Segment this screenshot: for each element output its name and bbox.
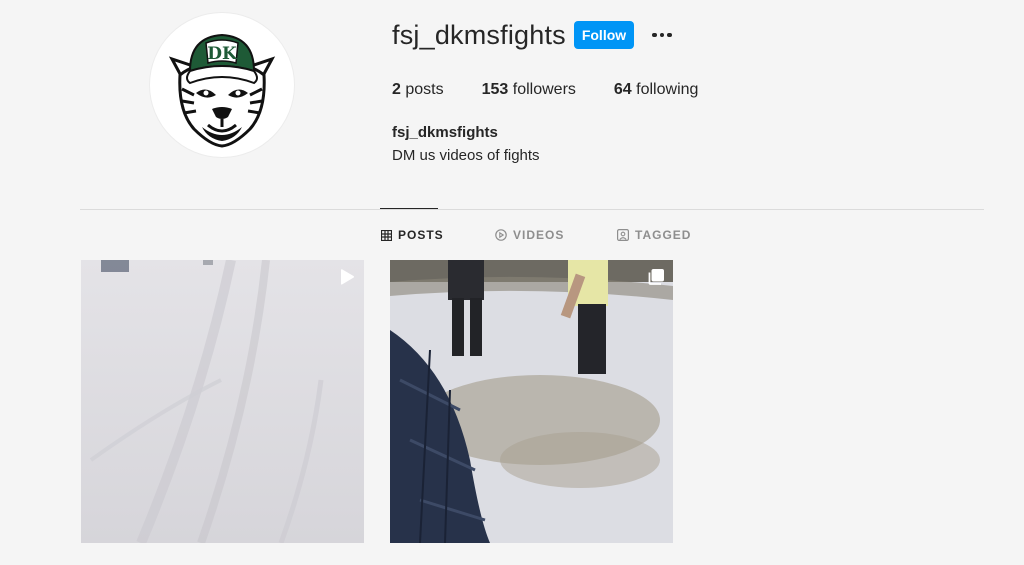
posts-count-value: 2 [392, 81, 401, 98]
following-count-label: following [636, 81, 699, 98]
post-thumbnail-2[interactable] [390, 260, 673, 543]
more-options-icon[interactable] [650, 26, 674, 44]
posts-count: 2 posts [392, 81, 444, 99]
tab-videos[interactable]: VIDEOS [495, 228, 564, 242]
cap-logo-text: DK [207, 44, 238, 64]
active-tab-indicator [380, 208, 438, 209]
cougar-logo-icon: DK [168, 33, 276, 148]
grid-icon [381, 229, 392, 241]
play-circle-icon [495, 229, 507, 241]
profile-avatar[interactable]: DK [150, 13, 294, 157]
followers-count-label: followers [512, 81, 576, 98]
following-count-value: 64 [613, 81, 632, 98]
tagged-person-icon [617, 229, 629, 241]
tab-posts[interactable]: POSTS [381, 228, 444, 242]
tab-tagged-label: TAGGED [635, 228, 692, 242]
play-icon [341, 269, 354, 285]
tab-posts-label: POSTS [398, 228, 444, 242]
carousel-icon [648, 269, 664, 285]
tabs-divider [80, 209, 984, 210]
following-link[interactable]: 64 following [614, 81, 699, 99]
followers-link[interactable]: 153 followers [482, 81, 576, 99]
follow-button[interactable]: Follow [574, 21, 634, 49]
post-1-image [81, 260, 364, 543]
post-thumbnail-1[interactable] [81, 260, 364, 543]
tab-videos-label: VIDEOS [513, 228, 565, 242]
followers-count-value: 153 [481, 81, 509, 98]
posts-count-label: posts [405, 81, 444, 98]
profile-bio: DM us videos of fights [392, 147, 540, 164]
profile-username: fsj_dkmsfights [392, 20, 566, 50]
tab-tagged[interactable]: TAGGED [617, 228, 691, 242]
profile-stats: 2 posts 153 followers 64 following [392, 81, 736, 99]
post-2-image [390, 260, 673, 543]
profile-full-name: fsj_dkmsfights [392, 124, 498, 141]
